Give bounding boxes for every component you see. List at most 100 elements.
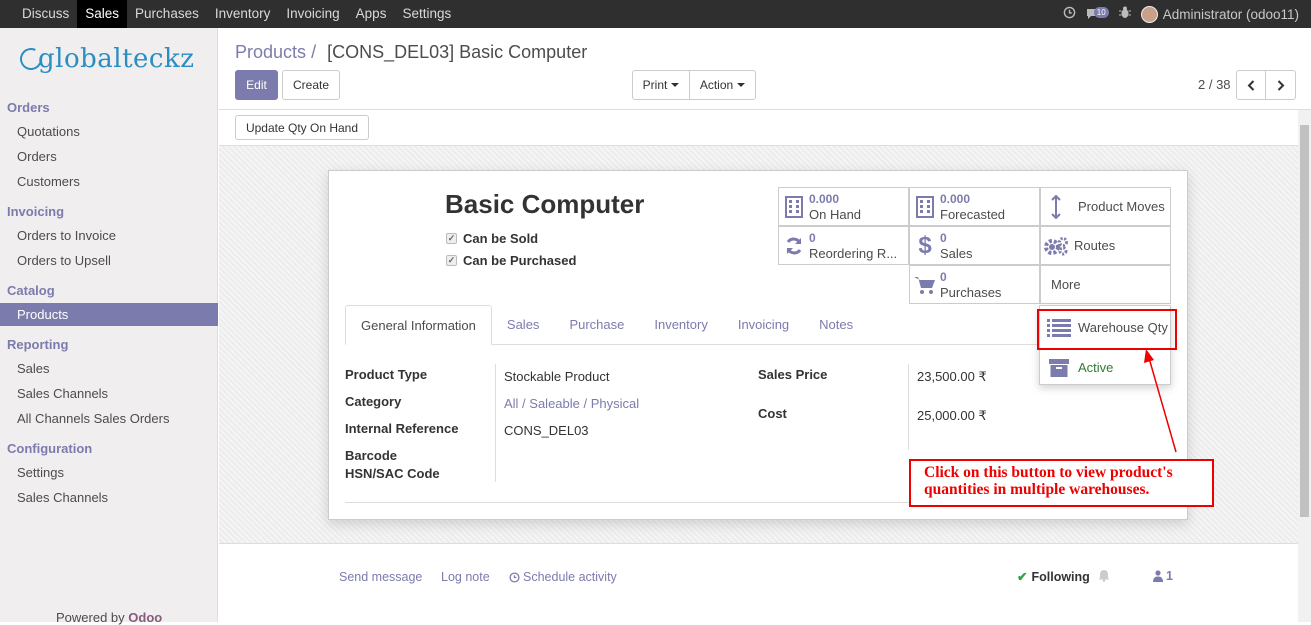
- archive-box-icon: [1040, 358, 1078, 377]
- tab-purchase[interactable]: Purchase: [554, 305, 639, 345]
- user-name: Administrator (odoo11): [1162, 6, 1299, 22]
- building-icon: [910, 195, 940, 218]
- clock-icon[interactable]: [1063, 6, 1076, 22]
- pager-next-button[interactable]: [1265, 70, 1296, 100]
- sidebar-item-orders-to-invoice[interactable]: Orders to Invoice: [17, 228, 116, 243]
- avatar: [1140, 5, 1158, 23]
- notification-badge: 10: [1093, 6, 1109, 18]
- breadcrumb-current: [CONS_DEL03] Basic Computer: [327, 42, 588, 62]
- sidebar-section-invoicing[interactable]: Invoicing: [7, 204, 64, 219]
- messages-icon[interactable]: 10: [1086, 6, 1109, 20]
- following-button[interactable]: ✔ Following: [1017, 569, 1090, 585]
- product-name[interactable]: Basic Computer: [445, 189, 644, 220]
- pager-previous-button[interactable]: [1236, 70, 1266, 100]
- hsn-sac-code-label: HSN/SAC Code: [345, 466, 440, 481]
- user-menu[interactable]: Administrator (odoo11): [1140, 5, 1299, 23]
- on-hand-button[interactable]: 0.000 On Hand: [778, 187, 909, 226]
- systray: 10 Administrator (odoo11): [1063, 0, 1299, 28]
- caret-down-icon: [737, 83, 746, 87]
- sidebar-item-sales-channels[interactable]: Sales Channels: [17, 386, 108, 401]
- sidebar-item-orders-to-upsell[interactable]: Orders to Upsell: [17, 253, 111, 268]
- menu-invoicing[interactable]: Invoicing: [278, 0, 347, 28]
- schedule-activity-link[interactable]: Schedule activity: [509, 570, 617, 584]
- app-menu: Discuss Sales Purchases Inventory Invoic…: [14, 0, 459, 28]
- refresh-icon: [779, 236, 809, 256]
- annotation-arrow: [1144, 349, 1177, 453]
- breadcrumb-separator: /: [311, 42, 317, 62]
- odoo-link[interactable]: Odoo: [128, 610, 162, 625]
- sidebar-item-quotations[interactable]: Quotations: [17, 124, 80, 139]
- scrollbar-thumb[interactable]: [1300, 125, 1309, 517]
- top-navbar: Discuss Sales Purchases Inventory Invoic…: [0, 0, 1311, 28]
- dollar-icon: $: [918, 231, 932, 259]
- powered-by: Powered by Odoo: [56, 610, 163, 625]
- product-moves-button[interactable]: Product Moves: [1040, 187, 1171, 226]
- more-button[interactable]: More: [1040, 265, 1171, 304]
- product-type-value[interactable]: Stockable Product: [504, 369, 610, 384]
- sidebar-section-configuration[interactable]: Configuration: [7, 441, 92, 456]
- breadcrumb: Products / [CONS_DEL03] Basic Computer: [235, 42, 587, 63]
- tab-invoicing[interactable]: Invoicing: [723, 305, 804, 345]
- cost-label: Cost: [758, 406, 787, 421]
- menu-sales[interactable]: Sales: [77, 0, 128, 28]
- bell-icon[interactable]: [1098, 569, 1110, 585]
- sales-price-value[interactable]: 23,500.00 ₹: [917, 369, 987, 385]
- sidebar-item-settings[interactable]: Settings: [17, 465, 64, 480]
- gears-icon: [1041, 236, 1071, 256]
- forecasted-button[interactable]: 0.000 Forecasted: [909, 187, 1040, 226]
- menu-settings[interactable]: Settings: [394, 0, 459, 28]
- debug-bug-icon[interactable]: [1118, 6, 1131, 22]
- tab-inventory[interactable]: Inventory: [639, 305, 722, 345]
- sidebar-section-reporting[interactable]: Reporting: [7, 337, 68, 352]
- tab-general-information[interactable]: General Information: [345, 305, 492, 345]
- update-qty-on-hand-button[interactable]: Update Qty On Hand: [235, 115, 369, 140]
- sidebar: globalteckz Orders Quotations Orders Cus…: [0, 28, 218, 625]
- log-note-link[interactable]: Log note: [441, 570, 490, 584]
- cost-value[interactable]: 25,000.00 ₹: [917, 408, 987, 424]
- category-value[interactable]: All / Saleable / Physical: [504, 396, 639, 411]
- shopping-cart-icon: [910, 275, 940, 295]
- product-type-label: Product Type: [345, 367, 428, 382]
- internal-reference-value[interactable]: CONS_DEL03: [504, 423, 589, 438]
- sidebar-section-catalog[interactable]: Catalog: [7, 283, 55, 298]
- can-be-sold-checkbox[interactable]: ✓ Can be Sold: [446, 231, 538, 246]
- sidebar-item-products[interactable]: Products: [0, 303, 218, 326]
- routes-button[interactable]: Routes: [1040, 226, 1171, 265]
- sales-button[interactable]: $ 0 Sales: [909, 226, 1040, 265]
- tab-notes[interactable]: Notes: [804, 305, 868, 345]
- checkbox-checked-icon: ✓: [446, 233, 457, 244]
- chevron-right-icon: [1277, 79, 1284, 91]
- category-label: Category: [345, 394, 402, 409]
- sidebar-item-all-channels-sales-orders[interactable]: All Channels Sales Orders: [17, 411, 169, 426]
- breadcrumb-products[interactable]: Products: [235, 42, 306, 62]
- field-divider: [908, 364, 909, 450]
- send-message-link[interactable]: Send message: [339, 570, 422, 584]
- annotation-callout: Click on this button to view product's q…: [909, 459, 1214, 507]
- create-button[interactable]: Create: [282, 70, 340, 100]
- sidebar-item-reporting-sales[interactable]: Sales: [17, 361, 50, 376]
- check-icon: ✔: [1017, 570, 1028, 584]
- menu-discuss[interactable]: Discuss: [14, 0, 77, 28]
- edit-button[interactable]: Edit: [235, 70, 278, 100]
- building-icon: [779, 195, 809, 218]
- menu-inventory[interactable]: Inventory: [207, 0, 279, 28]
- purchases-button[interactable]: 0 Purchases: [909, 265, 1040, 304]
- sidebar-item-orders[interactable]: Orders: [17, 149, 57, 164]
- menu-purchases[interactable]: Purchases: [127, 0, 207, 28]
- sidebar-item-customers[interactable]: Customers: [17, 174, 80, 189]
- tab-sales[interactable]: Sales: [492, 305, 555, 345]
- sales-price-label: Sales Price: [758, 367, 828, 382]
- form-statusbar: [219, 110, 1311, 146]
- followers-button[interactable]: 1: [1153, 569, 1173, 583]
- notebook-tabs: General Information Sales Purchase Inven…: [345, 305, 868, 345]
- chevron-left-icon: [1247, 79, 1255, 91]
- sidebar-section-orders[interactable]: Orders: [7, 100, 50, 115]
- pager-value[interactable]: 2 / 38: [1198, 77, 1231, 92]
- vertical-arrows-icon: [1041, 194, 1071, 219]
- print-dropdown[interactable]: Print: [632, 70, 690, 100]
- can-be-purchased-checkbox[interactable]: ✓ Can be Purchased: [446, 253, 576, 268]
- action-dropdown[interactable]: Action: [689, 70, 756, 100]
- sidebar-item-config-sales-channels[interactable]: Sales Channels: [17, 490, 108, 505]
- reordering-rules-button[interactable]: 0 Reordering R...: [778, 226, 909, 265]
- menu-apps[interactable]: Apps: [348, 0, 395, 28]
